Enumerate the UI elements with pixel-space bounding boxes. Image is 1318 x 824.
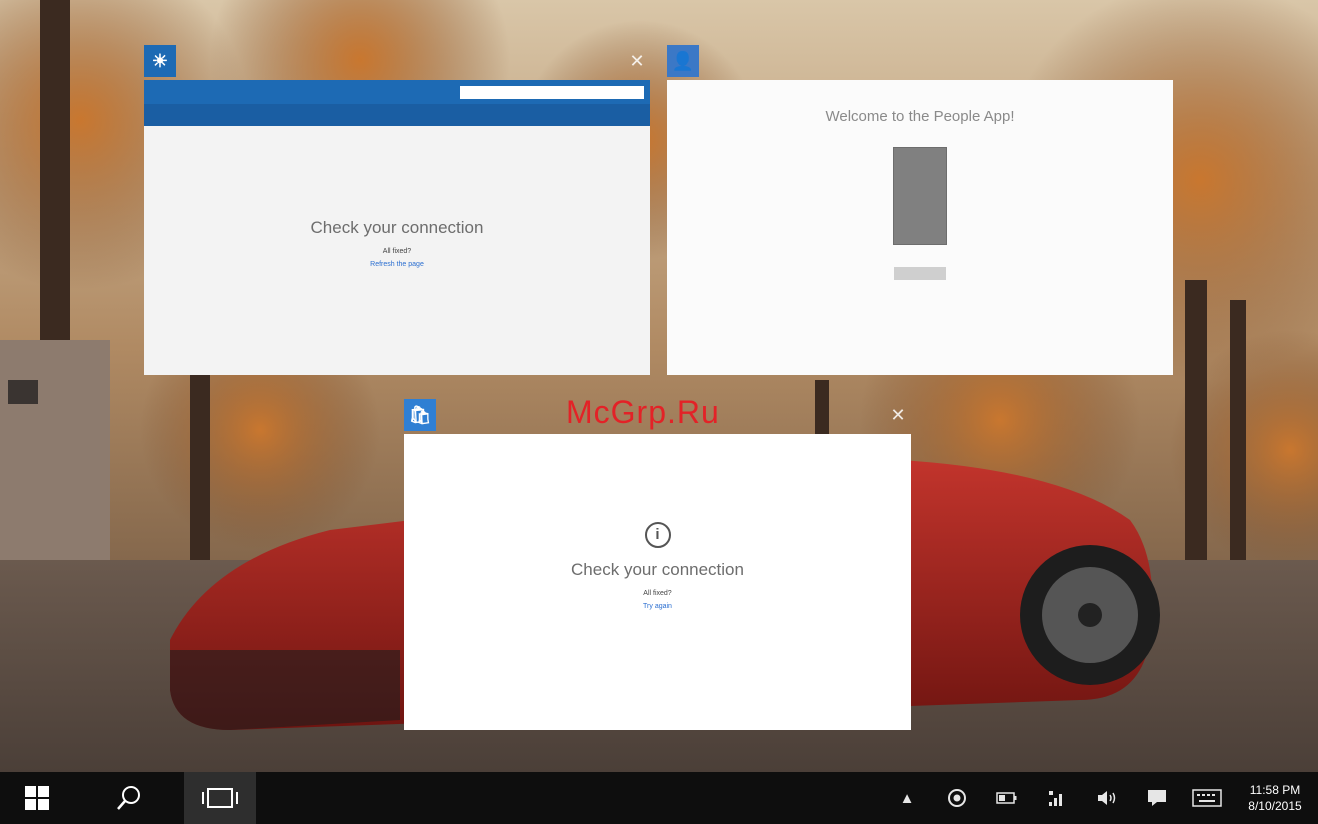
network-icon[interactable] (1032, 772, 1082, 824)
clock-date: 8/10/2015 (1248, 799, 1302, 813)
system-tray: ▲ 11:58 PM 8/10/2015 (882, 772, 1318, 824)
notifications-icon[interactable] (1132, 772, 1182, 824)
start-button[interactable] (0, 772, 74, 824)
window-title-bar: ☀ ✕ (144, 44, 650, 78)
location-icon[interactable] (932, 772, 982, 824)
keyboard-icon[interactable] (1182, 772, 1232, 824)
volume-icon[interactable] (1082, 772, 1132, 824)
taskbar: ▲ 11:58 PM 8/10/2015 (0, 772, 1318, 824)
task-view-window-people[interactable]: 👤 Welcome to the People App! (667, 44, 1173, 375)
sun-icon: ☀ (144, 45, 176, 77)
search-button[interactable] (74, 772, 184, 824)
window-preview: Check your connection All fixed? Refresh… (144, 80, 650, 375)
search-icon (117, 786, 140, 810)
search-input (460, 85, 644, 99)
refresh-link: Refresh the page (370, 261, 424, 268)
task-view-window-msn[interactable]: ☀ ✕ Check your connection All fixed? Ref… (144, 44, 650, 375)
clock-time: 11:58 PM (1249, 783, 1301, 797)
error-panel: Check your connection All fixed? Refresh… (144, 126, 650, 268)
msn-nav-bar (144, 104, 650, 126)
battery-icon[interactable] (982, 772, 1032, 824)
error-message: Check your connection (571, 560, 744, 579)
store-icon: 🛍 (404, 399, 436, 431)
error-submessage: All fixed? (643, 590, 672, 597)
task-view-icon (202, 788, 238, 808)
windows-logo-icon (25, 786, 49, 810)
try-again-link: Try again (643, 603, 672, 610)
welcome-title: Welcome to the People App! (825, 108, 1015, 125)
show-hidden-icons-icon[interactable]: ▲ (882, 772, 932, 824)
task-view-button[interactable] (184, 772, 256, 824)
clock[interactable]: 11:58 PM 8/10/2015 (1232, 782, 1318, 814)
task-view-window-store[interactable]: 🛍 ✕ i Check your connection All fixed? T… (404, 398, 911, 730)
watermark: McGrp.Ru (566, 394, 720, 430)
window-title-bar: 👤 (667, 44, 1173, 78)
window-preview: i Check your connection All fixed? Try a… (404, 434, 911, 730)
get-started-button (894, 267, 946, 280)
close-icon[interactable]: ✕ (624, 48, 650, 74)
close-icon[interactable]: ✕ (885, 402, 911, 428)
people-icon: 👤 (667, 45, 699, 77)
error-submessage: All fixed? (382, 248, 412, 255)
msn-header (144, 80, 650, 104)
phone-illustration (893, 147, 947, 245)
info-icon: i (644, 522, 671, 548)
error-message: Check your connection (310, 218, 484, 237)
window-preview: Welcome to the People App! (667, 80, 1173, 375)
